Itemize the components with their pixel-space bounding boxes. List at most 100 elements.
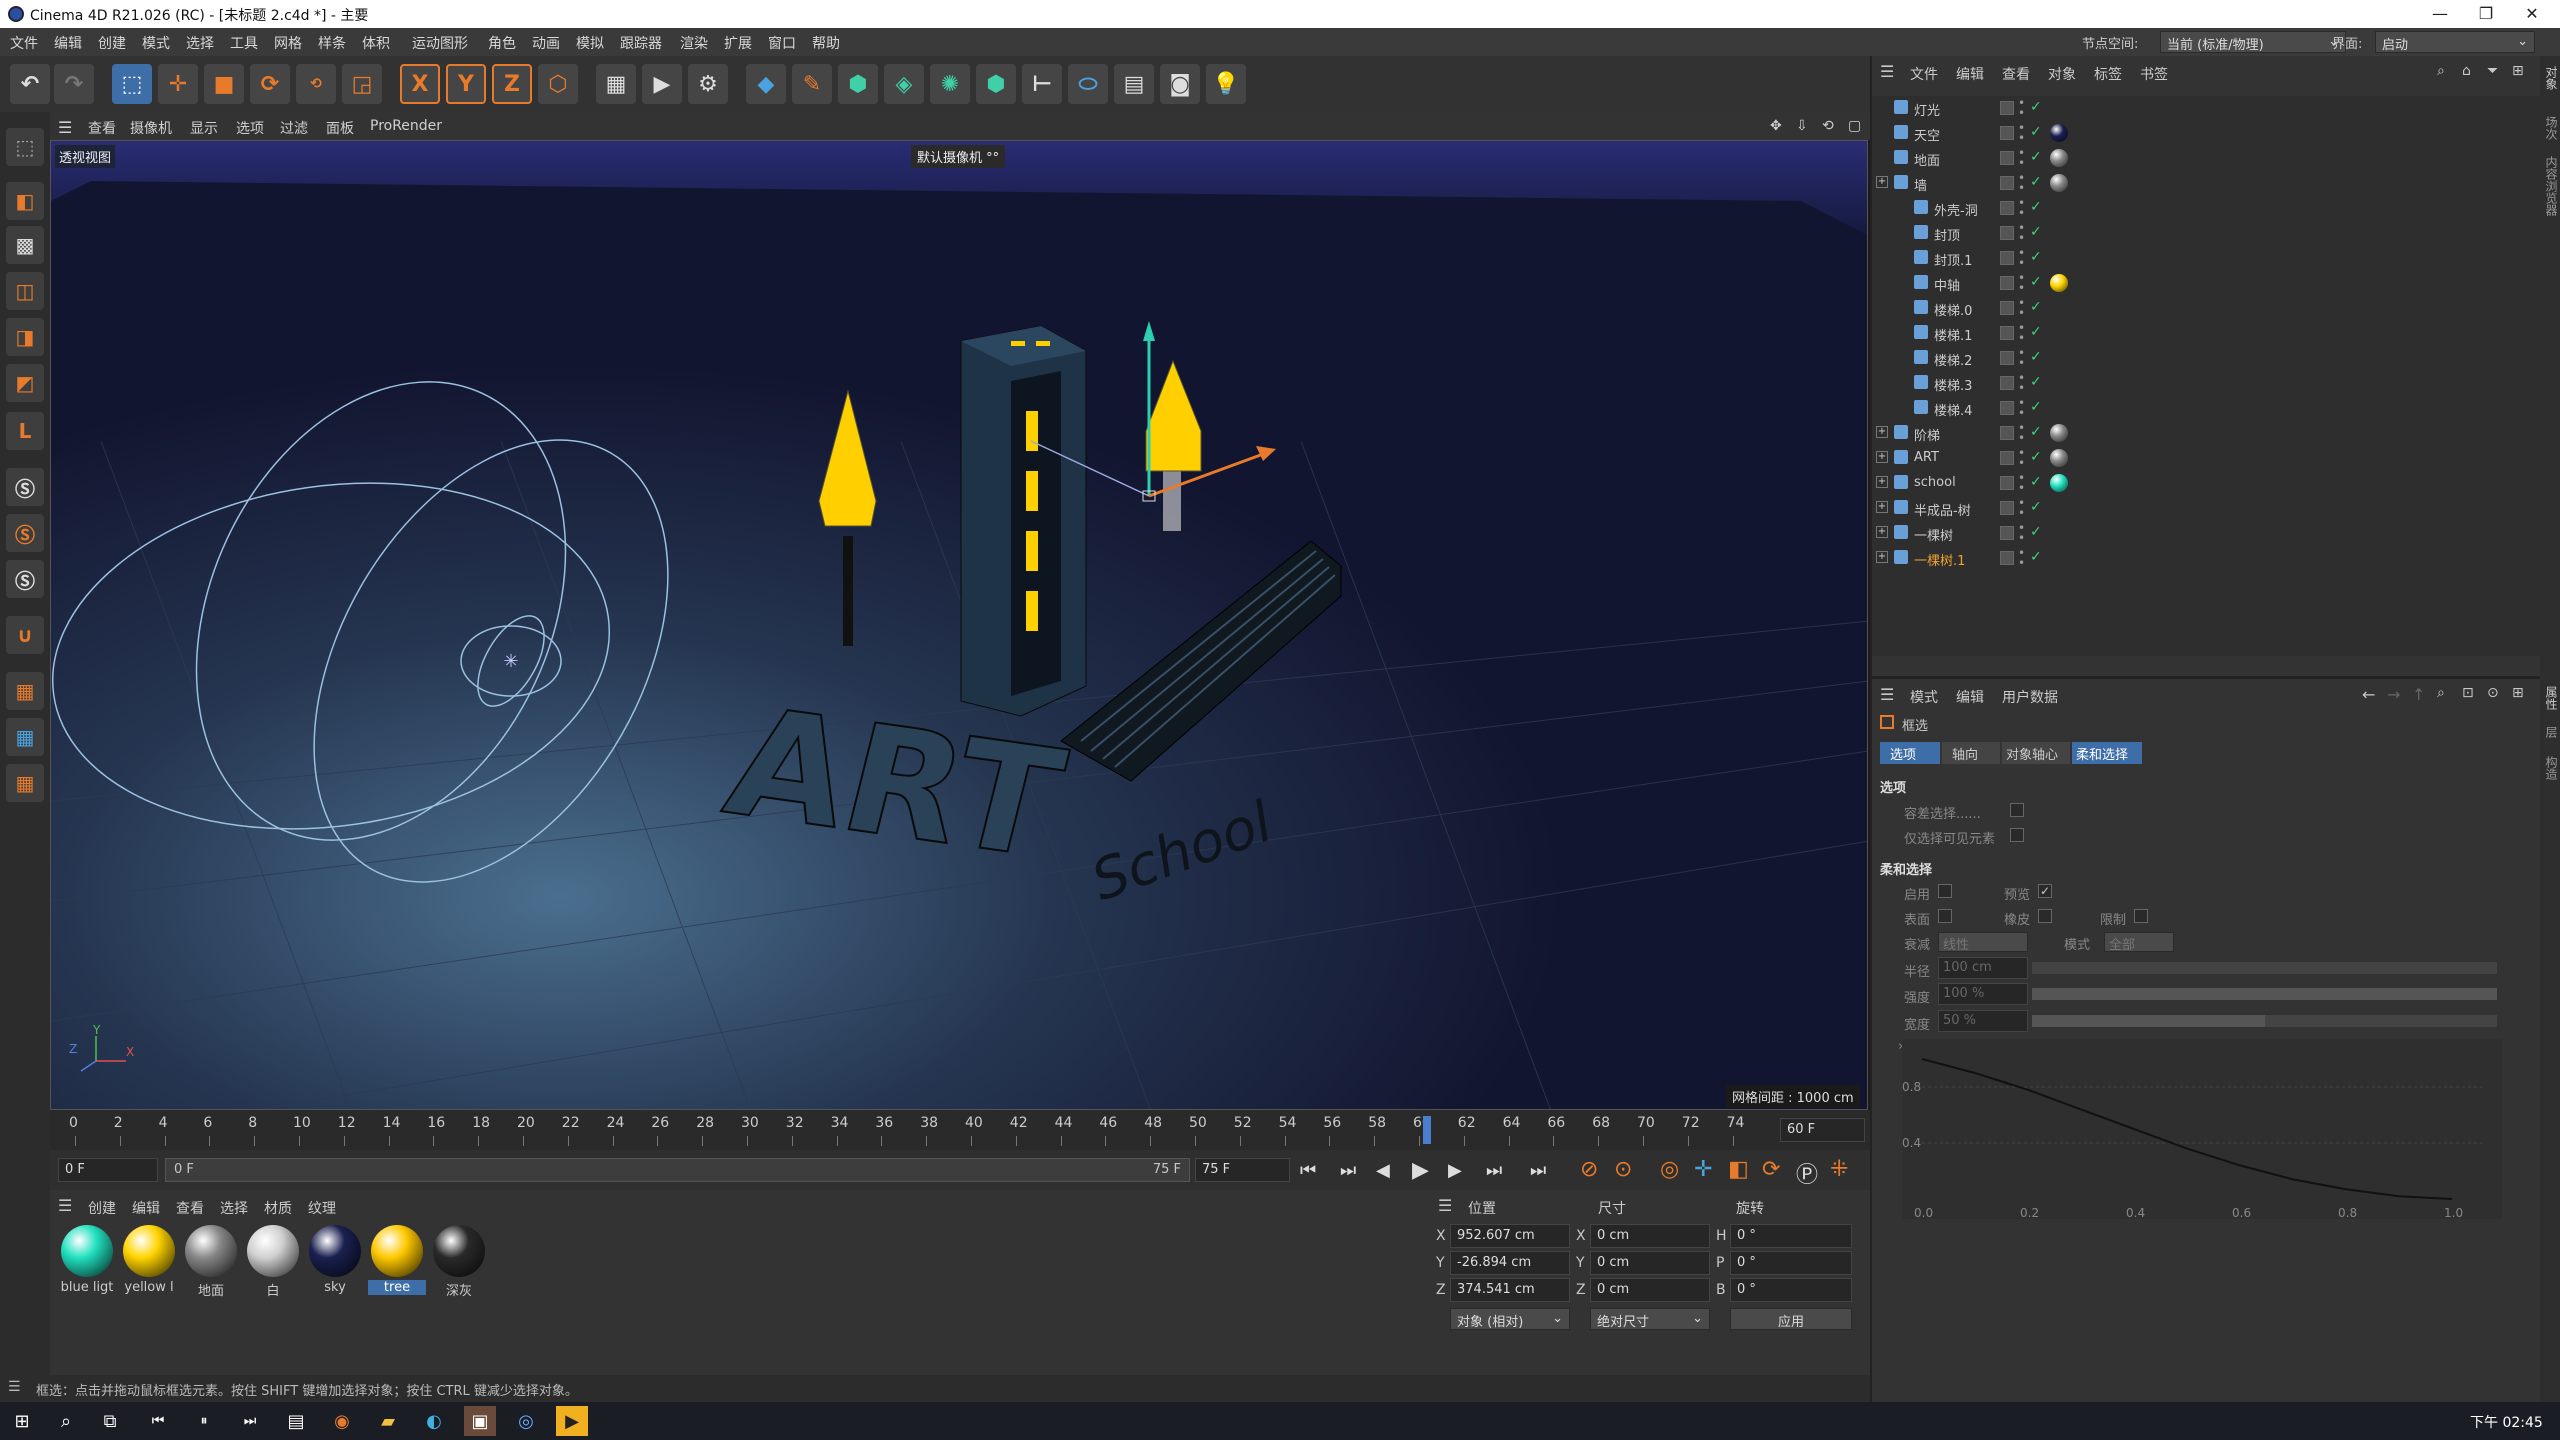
hamburger-icon[interactable]: ☰ bbox=[58, 1196, 72, 1215]
visibility-dots[interactable]: • • bbox=[2018, 272, 2025, 294]
layer-toggle[interactable] bbox=[2000, 251, 2014, 265]
object-row[interactable]: 楼梯.0 • • ✓ bbox=[1872, 296, 2540, 321]
cloner-button[interactable]: ✺ bbox=[930, 64, 970, 104]
visibility-dots[interactable]: • • bbox=[2018, 397, 2025, 419]
surface-checkbox[interactable] bbox=[1938, 909, 1952, 923]
taskbar-edge-icon[interactable]: ◐ bbox=[418, 1406, 450, 1436]
settings-icon[interactable]: ⊙ bbox=[2487, 685, 2499, 701]
menu-help[interactable]: 帮助 bbox=[812, 33, 840, 53]
object-name[interactable]: 外壳-洞 bbox=[1934, 200, 1978, 219]
home-icon[interactable]: ⌂ bbox=[2462, 63, 2471, 79]
menu-mograph[interactable]: 运动图形 bbox=[412, 33, 468, 53]
layout-select[interactable]: 启动 ⌄ bbox=[2375, 31, 2535, 53]
taskbar-c4d-icon[interactable]: ◎ bbox=[510, 1406, 542, 1436]
material-tag[interactable] bbox=[2050, 449, 2068, 467]
enabled-check-icon[interactable]: ✓ bbox=[2030, 474, 2042, 490]
enabled-check-icon[interactable]: ✓ bbox=[2030, 249, 2042, 265]
strength-field[interactable]: 100 % bbox=[1938, 983, 2028, 1005]
apply-button[interactable]: 应用 bbox=[1730, 1308, 1852, 1330]
tab-soft-selection[interactable]: 柔和选择 bbox=[2072, 742, 2142, 764]
visibility-dots[interactable]: • • bbox=[2018, 197, 2025, 219]
object-row[interactable]: 楼梯.4 • • ✓ bbox=[1872, 396, 2540, 421]
material-tag[interactable] bbox=[2050, 274, 2068, 292]
material-swatch[interactable]: sky bbox=[306, 1222, 364, 1300]
playhead[interactable] bbox=[1423, 1116, 1431, 1144]
visibility-dots[interactable]: • • bbox=[2018, 447, 2025, 469]
object-row[interactable]: + 一棵树 • • ✓ bbox=[1872, 521, 2540, 546]
layer-toggle[interactable] bbox=[2000, 176, 2014, 190]
new-window-icon[interactable]: ⊞ bbox=[2512, 63, 2524, 79]
dolly-icon[interactable]: ⇩ bbox=[1796, 118, 1808, 134]
layer-toggle[interactable] bbox=[2000, 551, 2014, 565]
layer-toggle[interactable] bbox=[2000, 151, 2014, 165]
visibility-dots[interactable]: • • bbox=[2018, 297, 2025, 319]
object-name[interactable]: school bbox=[1914, 475, 1956, 490]
maximize-viewport-icon[interactable]: ▢ bbox=[1848, 118, 1861, 134]
expand-icon[interactable]: + bbox=[1876, 551, 1888, 563]
taskbar-app2-icon[interactable]: ▣ bbox=[464, 1406, 496, 1436]
visibility-dots[interactable]: • • bbox=[2018, 147, 2025, 169]
menu-volume[interactable]: 体积 bbox=[362, 33, 390, 53]
visibility-dots[interactable]: • • bbox=[2018, 122, 2025, 144]
menu-window[interactable]: 窗口 bbox=[768, 33, 796, 53]
visibility-dots[interactable]: • • bbox=[2018, 347, 2025, 369]
hamburger-icon[interactable]: ☰ bbox=[8, 1379, 21, 1395]
size-field[interactable]: 0 cm bbox=[1590, 1278, 1710, 1302]
layer-toggle[interactable] bbox=[2000, 426, 2014, 440]
object-name[interactable]: 楼梯.2 bbox=[1934, 350, 1972, 369]
enabled-check-icon[interactable]: ✓ bbox=[2030, 524, 2042, 540]
prev-frame-icon[interactable]: ◀ bbox=[1376, 1160, 1390, 1181]
media-prev-icon[interactable]: ⏮ bbox=[142, 1406, 174, 1436]
obj-menu-object[interactable]: 对象 bbox=[2048, 64, 2076, 84]
object-row[interactable]: 灯光 • • ✓ bbox=[1872, 96, 2540, 121]
enabled-check-icon[interactable]: ✓ bbox=[2030, 349, 2042, 365]
enabled-check-icon[interactable]: ✓ bbox=[2030, 374, 2042, 390]
subdivision-button[interactable]: ⬢ bbox=[838, 64, 878, 104]
side-tab-layers[interactable]: 层 bbox=[2543, 726, 2560, 738]
enabled-check-icon[interactable]: ✓ bbox=[2030, 174, 2042, 190]
y-axis-button[interactable]: Y bbox=[446, 64, 486, 104]
mat-menu-texture[interactable]: 纹理 bbox=[308, 1198, 336, 1218]
side-tab-takes[interactable]: 场次 bbox=[2543, 116, 2560, 140]
visibility-dots[interactable]: • • bbox=[2018, 247, 2025, 269]
menu-tracker[interactable]: 跟踪器 bbox=[620, 33, 662, 53]
viewport-menu-panel[interactable]: 面板 bbox=[326, 118, 354, 138]
points-mode-button[interactable]: ◫ bbox=[6, 272, 44, 310]
position-field[interactable]: 374.541 cm bbox=[1450, 1278, 1570, 1302]
param-key-icon[interactable]: Ⓟ bbox=[1796, 1157, 1818, 1189]
viewport-menu-display[interactable]: 显示 bbox=[190, 118, 218, 138]
tab-options[interactable]: 选项 bbox=[1880, 742, 1940, 764]
record-keys-icon[interactable]: ⊘ bbox=[1580, 1157, 1598, 1182]
menu-edit[interactable]: 编辑 bbox=[54, 33, 82, 53]
position-field[interactable]: -26.894 cm bbox=[1450, 1251, 1570, 1275]
object-row[interactable]: + 墙 • • ✓ bbox=[1872, 171, 2540, 196]
object-name[interactable]: 灯光 bbox=[1914, 100, 1940, 119]
mograph-button[interactable]: ⬢ bbox=[976, 64, 1016, 104]
object-name[interactable]: 半成品-树 bbox=[1914, 500, 1971, 519]
object-name[interactable]: 一棵树.1 bbox=[1914, 550, 1965, 569]
layer-toggle[interactable] bbox=[2000, 451, 2014, 465]
object-name[interactable]: 一棵树 bbox=[1914, 525, 1953, 544]
workplane-snap-button[interactable]: Ⓢ bbox=[6, 560, 44, 598]
polygons-mode-button[interactable]: ◩ bbox=[6, 364, 44, 402]
enable-checkbox[interactable] bbox=[1938, 884, 1952, 898]
pan-icon[interactable]: ✥ bbox=[1770, 118, 1782, 134]
field-button[interactable]: ⬭ bbox=[1068, 64, 1108, 104]
pen-button[interactable]: ✎ bbox=[792, 64, 832, 104]
menu-simulate[interactable]: 模拟 bbox=[576, 33, 604, 53]
object-name[interactable]: 楼梯.0 bbox=[1934, 300, 1972, 319]
enabled-check-icon[interactable]: ✓ bbox=[2030, 99, 2042, 115]
live-select-button[interactable]: ◲ bbox=[342, 64, 382, 104]
lock-icon[interactable]: ⊡ bbox=[2462, 685, 2474, 701]
media-next-icon[interactable]: ⏭ bbox=[234, 1406, 266, 1436]
visibility-dots[interactable]: • • bbox=[2018, 522, 2025, 544]
object-name[interactable]: 中轴 bbox=[1934, 275, 1960, 294]
menu-extensions[interactable]: 扩展 bbox=[724, 33, 752, 53]
attr-menu-userdata[interactable]: 用户数据 bbox=[2002, 687, 2058, 707]
next-key-icon[interactable]: ⏭ bbox=[1486, 1160, 1502, 1181]
visibility-dots[interactable]: • • bbox=[2018, 97, 2025, 119]
visibility-dots[interactable]: • • bbox=[2018, 322, 2025, 344]
object-name[interactable]: 楼梯.3 bbox=[1934, 375, 1972, 394]
layer-toggle[interactable] bbox=[2000, 201, 2014, 215]
mat-menu-create[interactable]: 创建 bbox=[88, 1198, 116, 1218]
